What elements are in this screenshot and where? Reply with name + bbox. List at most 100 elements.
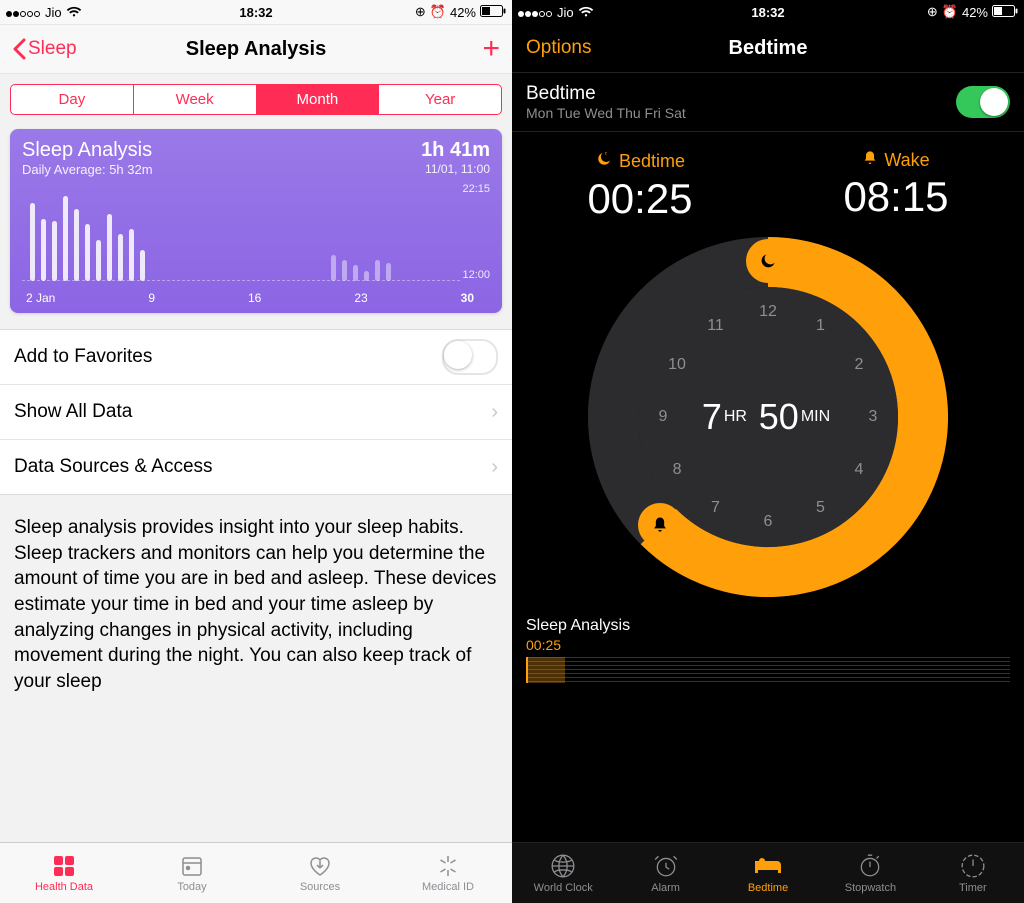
calendar-icon	[180, 853, 204, 879]
timer-icon	[960, 853, 986, 879]
bedtime-knob[interactable]	[746, 239, 790, 283]
wake-value: 08:15	[843, 173, 948, 221]
alarm-icon: ⏰	[430, 4, 446, 20]
health-data-icon	[52, 853, 76, 879]
row-days: Mon Tue Wed Thu Fri Sat	[526, 105, 686, 121]
tab-label: Today	[177, 881, 206, 893]
segment-week[interactable]: Week	[134, 85, 257, 114]
status-bar: Jio 18:32 ⊕ ⏰ 42%	[0, 0, 512, 25]
tab-bar: World Clock Alarm Bedtime Stopwatch	[512, 842, 1024, 903]
sleep-analysis-title: Sleep Analysis	[526, 617, 1010, 635]
chevron-right-icon: ›	[491, 456, 498, 479]
stopwatch-icon	[857, 853, 883, 879]
card-subtitle: Daily Average: 5h 32m	[22, 162, 153, 177]
tab-bedtime[interactable]: Bedtime	[717, 843, 819, 903]
segment-month[interactable]: Month	[257, 85, 380, 114]
page-title: Sleep Analysis	[186, 38, 326, 61]
sleep-chart-card[interactable]: Sleep Analysis Daily Average: 5h 32m 1h …	[10, 129, 502, 313]
row-label: Add to Favorites	[14, 346, 152, 368]
heart-download-icon	[307, 853, 333, 879]
row-title: Bedtime	[526, 83, 686, 105]
wake-label: Wake	[843, 150, 948, 171]
card-title: Sleep Analysis	[22, 139, 153, 162]
x-label: 23	[354, 291, 367, 305]
chevron-left-icon	[12, 38, 26, 60]
description-text: Sleep analysis provides insight into you…	[0, 495, 512, 842]
card-date: 11/01, 11:00	[421, 162, 490, 176]
moon-icon: z	[595, 150, 613, 173]
y-axis-top: 22:15	[462, 183, 490, 195]
signal-dots-icon	[518, 5, 553, 20]
nav-header: Sleep Sleep Analysis +	[0, 25, 512, 74]
row-label: Data Sources & Access	[14, 456, 213, 478]
battery-icon	[480, 5, 506, 20]
sleep-analysis-bar	[526, 657, 1010, 683]
duration-text: 7HR 50MIN	[588, 237, 948, 597]
orientation-lock-icon: ⊕	[415, 4, 426, 20]
y-axis-bottom: 12:00	[462, 269, 490, 281]
sleep-analysis-section: Sleep Analysis 00:25	[512, 607, 1024, 683]
tab-label: Stopwatch	[845, 882, 896, 894]
status-bar: Jio 18:32 ⊕ ⏰ 42%	[512, 0, 1024, 24]
alarm-clock-icon	[653, 853, 679, 879]
bedtime-label: z Bedtime	[587, 150, 692, 173]
medical-id-icon	[436, 853, 460, 879]
tab-bar: Health Data Today Sources Medical ID	[0, 842, 512, 903]
segment-year[interactable]: Year	[379, 85, 501, 114]
tab-stopwatch[interactable]: Stopwatch	[819, 843, 921, 903]
chevron-right-icon: ›	[491, 401, 498, 424]
battery-percent: 42%	[450, 5, 476, 20]
bedtime-dial[interactable]: 123456789101112 7HR 50MIN	[588, 237, 948, 597]
tab-alarm[interactable]: Alarm	[614, 843, 716, 903]
battery-icon	[992, 5, 1018, 20]
tab-label: Sources	[300, 881, 340, 893]
sleep-analysis-value: 00:25	[526, 637, 1010, 653]
carrier-label: Jio	[45, 5, 62, 20]
back-label: Sleep	[28, 38, 77, 60]
alarm-icon: ⏰	[942, 4, 958, 20]
row-add-to-favorites[interactable]: Add to Favorites	[0, 330, 512, 385]
bedtime-value: 00:25	[587, 175, 692, 223]
signal-dots-icon	[6, 5, 41, 20]
wifi-icon	[578, 6, 594, 18]
segment-day[interactable]: Day	[11, 85, 134, 114]
row-bedtime-schedule[interactable]: Bedtime Mon Tue Wed Thu Fri Sat	[512, 73, 1024, 132]
tab-timer[interactable]: Timer	[922, 843, 1024, 903]
bell-icon	[862, 150, 878, 171]
row-show-all-data[interactable]: Show All Data ›	[0, 385, 512, 440]
back-button[interactable]: Sleep	[12, 38, 77, 60]
x-label: 9	[148, 291, 155, 305]
time-range-segmented[interactable]: Day Week Month Year	[10, 84, 502, 115]
row-data-sources[interactable]: Data Sources & Access ›	[0, 440, 512, 494]
nav-header: Options Bedtime	[512, 24, 1024, 73]
x-label: 30	[461, 291, 474, 305]
tab-today[interactable]: Today	[128, 843, 256, 903]
tab-sources[interactable]: Sources	[256, 843, 384, 903]
row-label: Show All Data	[14, 401, 132, 423]
tab-label: World Clock	[534, 882, 593, 894]
bedtime-toggle[interactable]	[956, 86, 1010, 118]
tab-label: Timer	[959, 882, 987, 894]
svg-text:z: z	[605, 151, 608, 156]
globe-icon	[550, 853, 576, 879]
page-title: Bedtime	[729, 37, 808, 60]
sleep-bar-chart: 22:15 12:00 2 Jan 9 16 23 30	[22, 185, 490, 305]
tab-label: Medical ID	[422, 881, 474, 893]
tab-medical-id[interactable]: Medical ID	[384, 843, 512, 903]
favorites-toggle[interactable]	[442, 339, 498, 375]
options-button[interactable]: Options	[526, 37, 591, 59]
tab-label: Health Data	[35, 881, 93, 893]
wifi-icon	[66, 6, 82, 18]
tab-label: Alarm	[651, 882, 680, 894]
status-time: 18:32	[239, 5, 272, 20]
x-label: 2 Jan	[26, 291, 55, 305]
add-button[interactable]: +	[482, 39, 500, 59]
orientation-lock-icon: ⊕	[927, 4, 938, 20]
wake-knob[interactable]	[638, 503, 682, 547]
battery-percent: 42%	[962, 5, 988, 20]
card-value: 1h 41m	[421, 139, 490, 162]
x-label: 16	[248, 291, 261, 305]
tab-world-clock[interactable]: World Clock	[512, 843, 614, 903]
tab-health-data[interactable]: Health Data	[0, 843, 128, 903]
tab-label: Bedtime	[748, 882, 788, 894]
